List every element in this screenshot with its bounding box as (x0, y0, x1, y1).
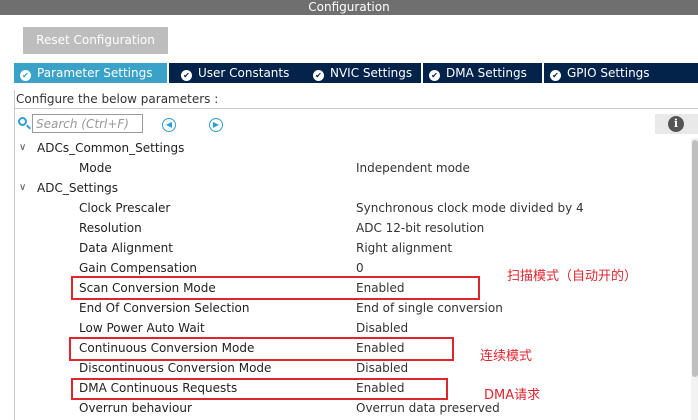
highlight-box-scan (71, 276, 480, 300)
param-row-clock-prescaler[interactable]: Clock Prescaler Synchronous clock mode d… (0, 198, 690, 218)
tab-parameter-settings[interactable]: ✔ Parameter Settings (14, 63, 167, 83)
tab-gpio-settings[interactable]: ✔ GPIO Settings (544, 63, 675, 83)
highlight-box-dma (71, 378, 448, 400)
check-circle-icon: ✔ (313, 70, 324, 81)
annotation-continuous-mode: 连续模式 (480, 349, 533, 364)
param-row-overrun-behaviour[interactable]: Overrun behaviour Overrun data preserved (0, 398, 690, 418)
check-circle-icon: ✔ (181, 70, 192, 81)
configure-instruction: Configure the below parameters : (16, 92, 219, 106)
check-circle-icon: ✔ (429, 70, 440, 81)
param-name: Overrun behaviour (79, 401, 192, 415)
param-value[interactable]: Synchronous clock mode divided by 4 (356, 198, 584, 218)
param-name: Low Power Auto Wait (79, 321, 205, 335)
param-name: Clock Prescaler (79, 201, 171, 215)
param-value[interactable]: End of single conversion (356, 298, 503, 318)
search-next-icon[interactable]: ▶ (209, 118, 223, 132)
window-title-bar: Configuration (0, 0, 698, 15)
param-value[interactable]: 0 (356, 258, 364, 278)
param-name: Resolution (79, 221, 142, 235)
param-name: Mode (79, 161, 112, 175)
check-circle-icon: ✔ (20, 70, 31, 81)
param-row-resolution[interactable]: Resolution ADC 12-bit resolution (0, 218, 690, 238)
param-row-data-alignment[interactable]: Data Alignment Right alignment (0, 238, 690, 258)
tab-dma-settings[interactable]: ✔ DMA Settings (423, 63, 543, 83)
param-name: Discontinuous Conversion Mode (79, 361, 272, 375)
param-value[interactable]: Disabled (356, 318, 408, 338)
group-label: ADCs_Common_Settings (37, 141, 185, 155)
tab-label: DMA Settings (446, 66, 527, 80)
param-value[interactable]: Independent mode (356, 158, 470, 178)
info-icon[interactable]: i (668, 116, 684, 132)
param-row-low-power-auto-wait[interactable]: Low Power Auto Wait Disabled (0, 318, 690, 338)
param-value[interactable]: Overrun data preserved (356, 398, 500, 418)
scrollbar-thumb[interactable] (692, 140, 698, 377)
param-name: Data Alignment (79, 241, 173, 255)
param-value[interactable]: Disabled (356, 358, 408, 378)
search-previous-icon[interactable]: ◀ (162, 118, 176, 132)
annotation-dma-request: DMA请求 (484, 388, 541, 403)
tab-label: NVIC Settings (330, 66, 413, 80)
divider (14, 108, 698, 109)
param-value[interactable]: ADC 12-bit resolution (356, 218, 484, 238)
reset-configuration-button[interactable]: Reset Configuration (23, 27, 168, 54)
tab-label: GPIO Settings (567, 66, 650, 80)
tab-nvic-settings[interactable]: ✔ NVIC Settings (307, 63, 431, 83)
tab-label: User Constants (198, 66, 290, 80)
param-value[interactable]: Right alignment (356, 238, 452, 258)
search-icon (18, 117, 27, 126)
tree-group-adc-settings[interactable]: ∨ ADC_Settings (0, 178, 690, 198)
param-name: End Of Conversion Selection (79, 301, 250, 315)
tab-divider (167, 63, 169, 83)
param-row-end-of-conversion-selection[interactable]: End Of Conversion Selection End of singl… (0, 298, 690, 318)
window-title: Configuration (308, 0, 390, 14)
tab-user-constants[interactable]: ✔ User Constants (175, 63, 321, 83)
search-input[interactable] (32, 114, 143, 133)
highlight-box-continuous (69, 337, 454, 361)
group-label: ADC_Settings (37, 181, 119, 195)
check-circle-icon: ✔ (550, 70, 561, 81)
param-row-mode[interactable]: Mode Independent mode (0, 158, 690, 178)
chevron-down-icon[interactable]: ∨ (19, 183, 29, 193)
tab-label: Parameter Settings (37, 66, 153, 80)
annotation-scan-mode: 扫描模式（自动开的） (507, 269, 638, 284)
param-name: Gain Compensation (79, 261, 198, 275)
chevron-down-icon[interactable]: ∨ (19, 143, 29, 153)
tab-bar: ✔ Parameter Settings ✔ User Constants ✔ NVI… (14, 63, 698, 83)
tree-group-adcs-common-settings[interactable]: ∨ ADCs_Common_Settings (0, 138, 690, 158)
param-row-discontinuous-conversion-mode[interactable]: Discontinuous Conversion Mode Disabled (0, 358, 690, 378)
